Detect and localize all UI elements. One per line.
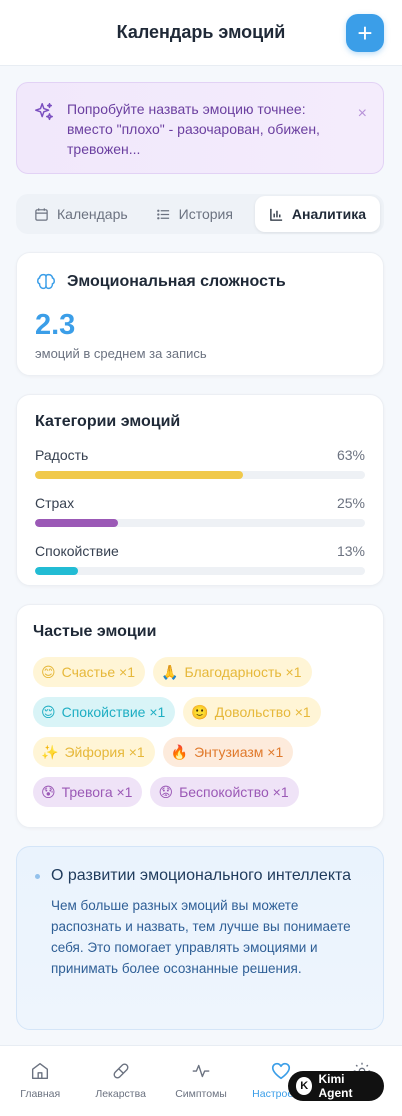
emotion-chip-label: Энтузиазм ×1 — [194, 744, 284, 760]
category-joy: Радость 63% — [35, 447, 365, 479]
frequent-emotions-card: Частые эмоции 😊 Счастье ×1 🙏 Благодарность… — [16, 604, 384, 828]
emotion-chip[interactable]: 😟 Беспокойство ×1 — [150, 777, 299, 807]
complexity-value: 2.3 — [35, 309, 76, 341]
category-bar-track — [35, 567, 365, 575]
add-entry-button[interactable]: + — [346, 14, 384, 52]
nav-label: Лекарства — [95, 1088, 146, 1100]
page-title: Календарь эмоций — [116, 22, 286, 42]
emotion-emoji: 🔥 — [170, 744, 189, 760]
emotion-chips: 😊 Счастье ×1 🙏 Благодарность ×1 😌 Спокойств… — [33, 657, 367, 807]
emotion-chip-label: Благодарность ×1 — [184, 664, 302, 680]
emotion-chip[interactable]: 🔥 Энтузиазм ×1 — [162, 737, 294, 767]
info-text: Чем больше разных эмоций вы можете распо… — [51, 898, 351, 976]
tab-history[interactable]: История — [142, 196, 247, 232]
emotion-chip[interactable]: ✨ Эйфория ×1 — [33, 737, 155, 767]
nav-medications[interactable]: Лекарства — [80, 1046, 160, 1116]
tip-banner: Попробуйте назвать эмоцию точнее: вместо… — [16, 82, 384, 174]
emotion-chip-label: Беспокойство ×1 — [179, 784, 289, 800]
info-title: О развитии эмоционального интеллекта — [51, 867, 352, 884]
emotion-emoji: 😟 — [158, 784, 174, 800]
category-label: Спокойствие — [35, 543, 119, 559]
list-icon — [156, 209, 169, 219]
category-bar-track — [35, 471, 365, 479]
tab-history-label: История — [178, 206, 233, 222]
app-header: Календарь эмоций + — [0, 0, 402, 66]
brain-icon — [37, 273, 55, 290]
pill-icon — [113, 1063, 129, 1079]
calendar-icon — [35, 207, 48, 221]
nav-label: Главная — [20, 1088, 61, 1100]
category-percent: 13% — [336, 543, 365, 559]
emotion-chip[interactable]: 😊 Счастье ×1 — [33, 657, 145, 687]
emotion-emoji: 😰 — [41, 784, 56, 800]
category-bar-fill — [35, 519, 118, 527]
category-bar-fill — [35, 567, 78, 575]
categories-title: Категории эмоций — [35, 413, 181, 430]
view-tabs: Календарь История Аналитика — [16, 194, 384, 234]
emotion-emoji: 😊 — [41, 664, 56, 680]
emotion-chip[interactable]: 😰 Тревога ×1 — [33, 777, 143, 807]
bar-chart-icon — [270, 208, 283, 221]
pulse-icon — [192, 1064, 210, 1078]
nav-label: Симптомы — [175, 1088, 227, 1100]
emotion-chip[interactable]: 🙂 Довольство ×1 — [183, 697, 321, 727]
tab-calendar[interactable]: Календарь — [20, 196, 142, 232]
emotion-chip[interactable]: 😌 Спокойствие ×1 — [33, 697, 176, 727]
category-bar-track — [35, 519, 365, 527]
home-icon — [32, 1062, 49, 1080]
tab-analytics-label: Аналитика — [291, 206, 366, 222]
complexity-subtitle: эмоций в среднем за запись — [35, 346, 207, 361]
tip-text: Попробуйте назвать эмоцию точнее: вместо… — [67, 101, 320, 157]
emotion-chip-label: Счастье ×1 — [61, 664, 135, 680]
complexity-title: Эмоциональная сложность — [67, 273, 286, 290]
bullet-dot — [35, 874, 40, 879]
tab-analytics[interactable]: Аналитика — [254, 196, 380, 232]
emotion-chip-label: Спокойствие ×1 — [61, 704, 166, 720]
nav-symptoms[interactable]: Симптомы — [161, 1046, 241, 1116]
emotion-chip-label: Эйфория ×1 — [64, 744, 145, 760]
category-fear: Страх 25% — [35, 495, 365, 527]
category-calm: Спокойствие 13% — [35, 543, 365, 575]
categories-card: Категории эмоций Радость 63% Страх 25% С… — [16, 394, 384, 586]
kimi-agent-badge[interactable]: K Kimi Agent — [288, 1071, 384, 1101]
info-card: О развитии эмоционального интеллекта Чем… — [16, 846, 384, 1030]
category-bar-fill — [35, 471, 243, 479]
nav-home[interactable]: Главная — [0, 1046, 80, 1116]
kimi-logo-icon: K — [296, 1077, 313, 1095]
category-label: Страх — [35, 495, 75, 511]
category-label: Радость — [35, 447, 89, 463]
close-icon[interactable]: × — [358, 105, 367, 123]
kimi-agent-label: Kimi Agent — [318, 1072, 353, 1100]
emotion-emoji: ✨ — [41, 744, 59, 760]
frequent-title: Частые эмоции — [33, 623, 157, 640]
emotion-emoji: 🙂 — [191, 704, 209, 720]
tab-calendar-label: Календарь — [57, 206, 128, 222]
category-percent: 25% — [336, 495, 365, 511]
emotion-chip-label: Довольство ×1 — [214, 704, 311, 720]
complexity-card: Эмоциональная сложность 2.3 эмоций в сре… — [16, 252, 384, 376]
emotion-emoji: 🙏 — [161, 664, 179, 680]
emotion-chip-label: Тревога ×1 — [61, 784, 133, 800]
category-percent: 63% — [336, 447, 365, 463]
emotion-chip[interactable]: 🙏 Благодарность ×1 — [153, 657, 312, 687]
emotion-emoji: 😌 — [41, 704, 56, 720]
sparkle-icon — [35, 103, 53, 121]
